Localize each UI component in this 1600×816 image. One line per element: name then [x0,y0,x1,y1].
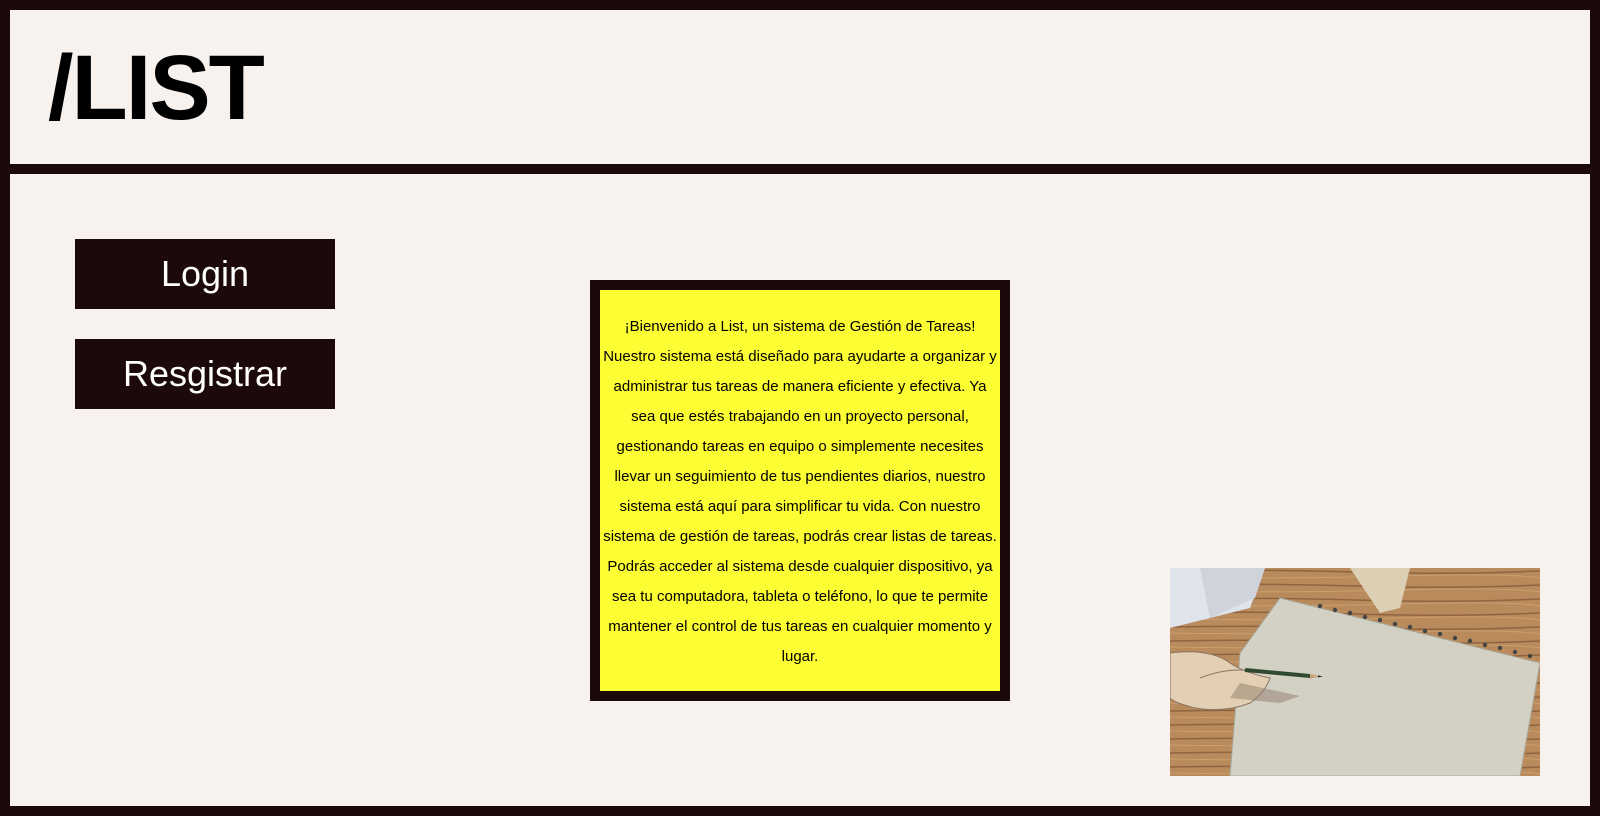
app-logo[interactable]: /LIST [48,38,265,138]
sketch-illustration [1170,568,1540,776]
login-button[interactable]: Login [75,239,335,309]
register-button[interactable]: Resgistrar [75,339,335,409]
header-bar: /LIST [10,10,1590,164]
sketchbook-image [1170,568,1540,776]
main-panel: Login Resgistrar ¡Bienvenido a List, un … [10,174,1590,806]
welcome-box: ¡Bienvenido a List, un sistema de Gestió… [590,280,1010,701]
welcome-text: ¡Bienvenido a List, un sistema de Gestió… [600,290,1000,691]
